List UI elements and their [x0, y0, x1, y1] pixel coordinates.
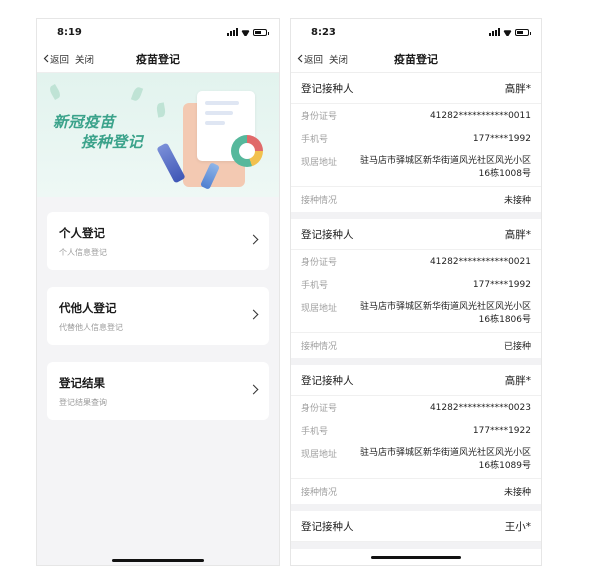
nav-left: 返回 关闭 — [291, 52, 348, 66]
registration-record[interactable]: 登记接种人 高胖* 身份证号 41282***********0011 手机号 … — [291, 73, 541, 219]
address-value: 驻马店市驿城区新华街道风光社区风光小区16栋1089号 — [359, 448, 531, 471]
id-value: 41282***********0023 — [429, 402, 531, 413]
registration-record[interactable]: 登记接种人 高胖* 身份证号 41282***********0023 手机号 … — [291, 365, 541, 511]
nav-bar: 返回 关闭 疫苗登记 — [291, 45, 541, 73]
signal-icon — [489, 28, 500, 36]
address-row: 现居地址 驻马店市驿城区新华街道风光社区风光小区16栋1089号 — [291, 442, 541, 478]
nav-bar: 返回 关闭 疫苗登记 — [37, 45, 279, 73]
status-bar: 8:23 — [291, 19, 541, 45]
wifi-icon — [503, 29, 512, 36]
right-phone-screen: 8:23 返回 关闭 疫苗登记 登记接种人 高胖* 身份证号 41282****… — [290, 18, 542, 566]
address-value: 驻马店市驿城区新华街道风光社区风光小区16栋1806号 — [359, 302, 531, 325]
page-title: 疫苗登记 — [394, 52, 438, 66]
nav-left: 返回 关闭 — [37, 52, 94, 66]
record-header: 登记接种人 高胖* — [291, 365, 541, 396]
menu-item-subtitle: 代替他人信息登记 — [59, 323, 123, 332]
menu-item-registration-results[interactable]: 登记结果 登记结果查询 — [47, 362, 269, 420]
back-label: 返回 — [50, 54, 70, 66]
close-button[interactable]: 关闭 — [75, 52, 94, 66]
record-header: 登记接种人 高胖* — [291, 73, 541, 104]
phone-row: 手机号 177****1992 — [291, 273, 541, 296]
status-row: 接种情况 未接种 — [291, 478, 541, 504]
id-value: 41282***********0021 — [429, 256, 531, 267]
leaf-decoration — [130, 86, 144, 102]
back-button[interactable]: 返回 — [43, 52, 69, 66]
battery-icon — [253, 28, 269, 36]
wifi-icon — [241, 29, 250, 36]
id-row: 身份证号 41282***********0021 — [291, 250, 541, 273]
registration-record[interactable]: 登记接种人 王小* — [291, 511, 541, 549]
person-label: 登记接种人 — [301, 82, 354, 95]
address-value: 驻马店市驿城区新华街道风光社区风光小区16栋1008号 — [359, 156, 531, 179]
record-header: 登记接种人 王小* — [291, 511, 541, 542]
status-value: 未接种 — [503, 488, 531, 498]
phone-value: 177****1992 — [472, 133, 531, 144]
status-icons — [489, 28, 531, 36]
id-value: 41282***********0011 — [429, 110, 531, 121]
menu-item-register-for-others[interactable]: 代他人登记 代替他人信息登记 — [47, 287, 269, 345]
menu-item-subtitle: 个人信息登记 — [59, 248, 107, 257]
menu-item-title: 个人登记 — [59, 226, 105, 240]
id-label: 身份证号 — [301, 404, 338, 414]
donut-chart-illustration — [231, 135, 263, 167]
status-time: 8:19 — [57, 26, 82, 38]
person-label: 登记接种人 — [301, 520, 354, 533]
menu-item-title: 登记结果 — [59, 376, 105, 390]
record-header: 登记接种人 高胖* — [291, 219, 541, 250]
page-title: 疫苗登记 — [136, 52, 180, 66]
back-label: 返回 — [304, 54, 324, 66]
person-label: 登记接种人 — [301, 228, 354, 241]
id-label: 身份证号 — [301, 258, 338, 268]
status-row: 接种情况 未接种 — [291, 186, 541, 212]
menu-item-personal-registration[interactable]: 个人登记 个人信息登记 — [47, 212, 269, 270]
person-name: 高胖* — [504, 228, 531, 241]
leaf-decoration — [155, 102, 167, 118]
status-value: 已接种 — [503, 342, 531, 352]
chevron-left-icon — [297, 54, 303, 63]
banner-title-line2: 接种登记 — [81, 133, 144, 151]
banner: 新冠疫苗 接种登记 — [37, 73, 279, 197]
address-row: 现居地址 驻马店市驿城区新华街道风光社区风光小区16栋1008号 — [291, 150, 541, 186]
home-indicator — [112, 559, 204, 562]
status-bar: 8:19 — [37, 19, 279, 45]
left-phone-screen: 8:19 返回 关闭 疫苗登记 新冠疫苗 接种登记 个人登记 个人信息登记 代他… — [36, 18, 280, 566]
signal-icon — [227, 28, 238, 36]
phone-value: 177****1992 — [472, 279, 531, 290]
id-label: 身份证号 — [301, 112, 338, 122]
address-label: 现居地址 — [301, 304, 338, 314]
phone-row: 手机号 177****1922 — [291, 419, 541, 442]
phone-value: 177****1922 — [472, 425, 531, 436]
person-label: 登记接种人 — [301, 374, 354, 387]
back-button[interactable]: 返回 — [297, 52, 323, 66]
person-name: 高胖* — [504, 374, 531, 387]
status-time: 8:23 — [311, 26, 336, 38]
id-row: 身份证号 41282***********0011 — [291, 104, 541, 127]
chevron-left-icon — [43, 54, 49, 63]
status-row: 接种情况 已接种 — [291, 332, 541, 358]
phone-row: 手机号 177****1992 — [291, 127, 541, 150]
vaccine-vial-illustration — [156, 142, 186, 184]
banner-title-line1: 新冠疫苗 — [53, 113, 116, 131]
person-name: 高胖* — [504, 82, 531, 95]
close-button[interactable]: 关闭 — [329, 52, 348, 66]
address-row: 现居地址 驻马店市驿城区新华街道风光社区风光小区16栋1806号 — [291, 296, 541, 332]
phone-label: 手机号 — [301, 281, 329, 291]
phone-label: 手机号 — [301, 427, 329, 437]
menu-item-title: 代他人登记 — [59, 301, 117, 315]
address-label: 现居地址 — [301, 450, 338, 460]
status-label: 接种情况 — [301, 342, 338, 352]
registration-record[interactable]: 登记接种人 高胖* 身份证号 41282***********0021 手机号 … — [291, 219, 541, 365]
battery-icon — [515, 28, 531, 36]
menu-item-subtitle: 登记结果查询 — [59, 398, 107, 407]
status-value: 未接种 — [503, 196, 531, 206]
address-label: 现居地址 — [301, 158, 338, 168]
person-name: 王小* — [504, 520, 531, 533]
leaf-decoration — [48, 83, 62, 101]
status-label: 接种情况 — [301, 196, 338, 206]
home-indicator — [371, 556, 461, 559]
id-row: 身份证号 41282***********0023 — [291, 396, 541, 419]
status-label: 接种情况 — [301, 488, 338, 498]
status-icons — [227, 28, 269, 36]
phone-label: 手机号 — [301, 135, 329, 145]
